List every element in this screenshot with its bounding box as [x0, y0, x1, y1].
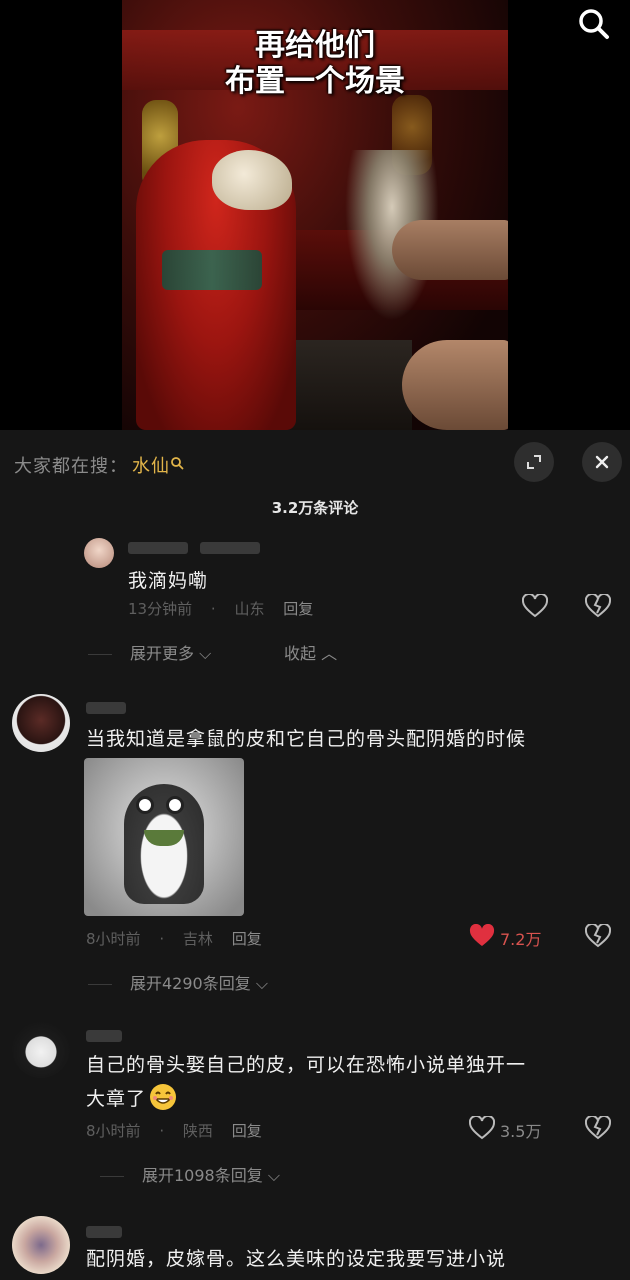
- search-icon: [170, 454, 184, 470]
- comment-location: 吉林: [182, 930, 213, 948]
- like-heart-icon[interactable]: [468, 1114, 496, 1144]
- separator-dot: ·: [210, 600, 216, 618]
- expand-replies[interactable]: 展开4290条回复 ⌵: [88, 970, 268, 994]
- reply-button[interactable]: 回复: [232, 930, 262, 948]
- expand-more-label[interactable]: 展开更多: [130, 644, 194, 663]
- reply-location: 山东: [234, 600, 265, 618]
- username-blurred: [200, 542, 260, 554]
- like-heart-filled-icon[interactable]: [469, 923, 495, 952]
- collapse-replies[interactable]: 收起 ︿: [284, 640, 337, 664]
- comment-text-line: 大章了: [86, 1088, 147, 1110]
- like-count: 7.2万: [500, 930, 542, 949]
- username-blurred: [86, 702, 126, 714]
- hot-search-bar[interactable]: 大家都在搜： 水仙: [14, 452, 184, 478]
- reply-button[interactable]: 回复: [232, 1122, 262, 1140]
- divider: [88, 654, 112, 655]
- avatar[interactable]: [12, 1216, 70, 1274]
- avatar[interactable]: [84, 538, 114, 568]
- comment-panel: 大家都在搜： 水仙 3.2万条评论 我滴妈嘞 13分钟前 · 山东 回复 展开更多…: [0, 430, 630, 1280]
- expand-replies-label[interactable]: 展开1098条回复: [142, 1166, 263, 1185]
- comment-text: 配阴婚，皮嫁骨。这么美味的设定我要写进小说: [86, 1248, 507, 1270]
- smiling-emoji-icon: [148, 1082, 178, 1117]
- reply-text: 我滴妈嘞: [128, 570, 209, 592]
- expand-replies-label[interactable]: 展开4290条回复: [130, 974, 251, 993]
- fullscreen-button[interactable]: [514, 442, 554, 482]
- chevron-down-icon: ⌵: [255, 974, 268, 993]
- like-count: 3.5万: [500, 1122, 542, 1141]
- comment-count-title: 3.2万条评论: [271, 499, 359, 517]
- separator-dot: ·: [159, 1122, 165, 1140]
- separator-dot: ·: [159, 930, 165, 948]
- search-icon[interactable]: [574, 4, 614, 44]
- expand-more-replies[interactable]: 展开更多 ⌵: [88, 640, 211, 664]
- comment-text: 大章了: [86, 1082, 178, 1117]
- dislike-broken-heart-icon[interactable]: [584, 922, 612, 952]
- video-scene-rat-head: [212, 150, 292, 210]
- meme-eye: [166, 796, 184, 814]
- reply-time: 13分钟前: [128, 600, 193, 618]
- close-button[interactable]: [582, 442, 622, 482]
- expand-icon: [527, 455, 541, 469]
- dislike-broken-heart-icon[interactable]: [584, 592, 612, 622]
- hot-search-prefix: 大家都在搜：: [14, 456, 128, 477]
- comment-text: 自己的骨头娶自己的皮，可以在恐怖小说单独开一: [86, 1054, 527, 1076]
- comment-meta: 8小时前 · 吉林 回复: [86, 928, 276, 949]
- comment-text: 当我知道是拿鼠的皮和它自己的骨头配阴婚的时候: [86, 728, 527, 750]
- video-caption: 再给他们 布置一个场景: [122, 28, 508, 100]
- video-caption-line: 布置一个场景: [225, 64, 405, 99]
- chevron-down-icon: ⌵: [267, 1166, 280, 1185]
- divider: [100, 1176, 124, 1177]
- comment-time: 8小时前: [86, 930, 141, 948]
- divider: [88, 984, 112, 985]
- chevron-up-icon: ︿: [321, 644, 338, 663]
- chevron-down-icon: ⌵: [199, 644, 212, 663]
- video-player[interactable]: 再给他们 布置一个场景: [0, 0, 630, 430]
- comment-time: 8小时前: [86, 1122, 141, 1140]
- avatar[interactable]: [12, 694, 70, 752]
- comment-location: 陕西: [182, 1122, 213, 1140]
- expand-replies[interactable]: 展开1098条回复 ⌵: [100, 1162, 280, 1186]
- close-icon: [595, 455, 609, 469]
- video-frame[interactable]: 再给他们 布置一个场景: [122, 0, 508, 430]
- video-scene-hand: [402, 340, 508, 430]
- dislike-broken-heart-icon[interactable]: [584, 1114, 612, 1144]
- like-heart-icon[interactable]: [521, 592, 549, 622]
- username-blurred: [86, 1226, 122, 1238]
- video-caption-line: 再给他们: [255, 28, 375, 63]
- video-scene-collar: [162, 250, 262, 290]
- video-scene-hand: [392, 220, 508, 280]
- reply-meta: 13分钟前 · 山东 回复: [128, 598, 327, 619]
- hot-search-keyword[interactable]: 水仙: [132, 456, 170, 477]
- meme-eye: [136, 796, 154, 814]
- username-blurred: [86, 1030, 122, 1042]
- username-blurred: [128, 542, 188, 554]
- avatar[interactable]: [12, 1020, 70, 1078]
- reply-button[interactable]: 回复: [283, 600, 313, 618]
- comment-meta: 8小时前 · 陕西 回复: [86, 1120, 276, 1141]
- collapse-label[interactable]: 收起: [284, 644, 316, 663]
- comment-image[interactable]: [84, 758, 244, 916]
